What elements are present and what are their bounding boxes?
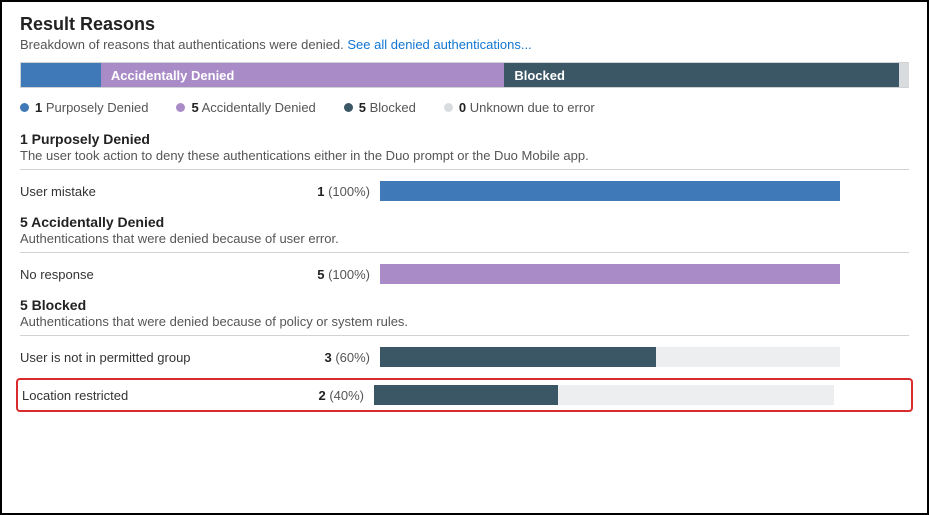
section-desc: Authentications that were denied because… <box>20 314 909 329</box>
subtitle-text: Breakdown of reasons that authentication… <box>20 37 347 52</box>
legend-item-purple: 5 Accidentally Denied <box>176 100 315 115</box>
highlighted-row: Location restricted2 (40%) <box>16 378 913 412</box>
row-label: User mistake <box>20 184 310 199</box>
section-purposely: 1 Purposely DeniedThe user took action t… <box>20 131 909 204</box>
row-bar-track <box>380 264 840 284</box>
legend-item-blue: 1 Purposely Denied <box>20 100 148 115</box>
row-bar-track <box>380 181 840 201</box>
row-bar-fill <box>374 385 558 405</box>
row-count: 3 (60%) <box>310 350 380 365</box>
legend-dot-icon <box>20 103 29 112</box>
page-title: Result Reasons <box>20 14 909 35</box>
legend-text: 5 Blocked <box>359 100 416 115</box>
legend-item-gray: 0 Unknown due to error <box>444 100 595 115</box>
row-count: 5 (100%) <box>310 267 380 282</box>
divider <box>20 252 909 253</box>
section-heading: 5 Accidentally Denied <box>20 214 909 230</box>
legend-text: 1 Purposely Denied <box>35 100 148 115</box>
legend-text: 5 Accidentally Denied <box>191 100 315 115</box>
row-count: 2 (40%) <box>304 388 374 403</box>
row-bar-fill <box>380 264 840 284</box>
breakdown-row: User is not in permitted group3 (60%) <box>20 344 909 370</box>
row-bar-fill <box>380 347 656 367</box>
breakdown-row: User mistake1 (100%) <box>20 178 909 204</box>
stack-seg-0 <box>21 63 101 87</box>
row-label: Location restricted <box>18 388 304 403</box>
section-desc: Authentications that were denied because… <box>20 231 909 246</box>
stack-seg-2: Blocked <box>504 63 899 87</box>
stack-seg-1: Accidentally Denied <box>101 63 505 87</box>
row-bar-track <box>374 385 834 405</box>
row-bar-track <box>380 347 840 367</box>
row-count: 1 (100%) <box>310 184 380 199</box>
page-subtitle: Breakdown of reasons that authentication… <box>20 37 909 52</box>
legend-item-slate: 5 Blocked <box>344 100 416 115</box>
row-label: No response <box>20 267 310 282</box>
legend-dot-icon <box>444 103 453 112</box>
summary-stacked-bar: Accidentally DeniedBlocked <box>20 62 909 88</box>
section-heading: 1 Purposely Denied <box>20 131 909 147</box>
breakdown-row: Location restricted2 (40%) <box>18 382 907 408</box>
breakdown-row: No response5 (100%) <box>20 261 909 287</box>
section-accidentally: 5 Accidentally DeniedAuthentications tha… <box>20 214 909 287</box>
section-blocked: 5 BlockedAuthentications that were denie… <box>20 297 909 412</box>
row-bar-fill <box>380 181 840 201</box>
legend-dot-icon <box>344 103 353 112</box>
row-label: User is not in permitted group <box>20 350 310 365</box>
legend-text: 0 Unknown due to error <box>459 100 595 115</box>
divider <box>20 169 909 170</box>
section-heading: 5 Blocked <box>20 297 909 313</box>
divider <box>20 335 909 336</box>
legend: 1 Purposely Denied 5 Accidentally Denied 5… <box>20 100 909 115</box>
see-all-link[interactable]: See all denied authentications... <box>347 37 531 52</box>
legend-dot-icon <box>176 103 185 112</box>
stack-seg-3 <box>899 63 909 87</box>
section-desc: The user took action to deny these authe… <box>20 148 909 163</box>
